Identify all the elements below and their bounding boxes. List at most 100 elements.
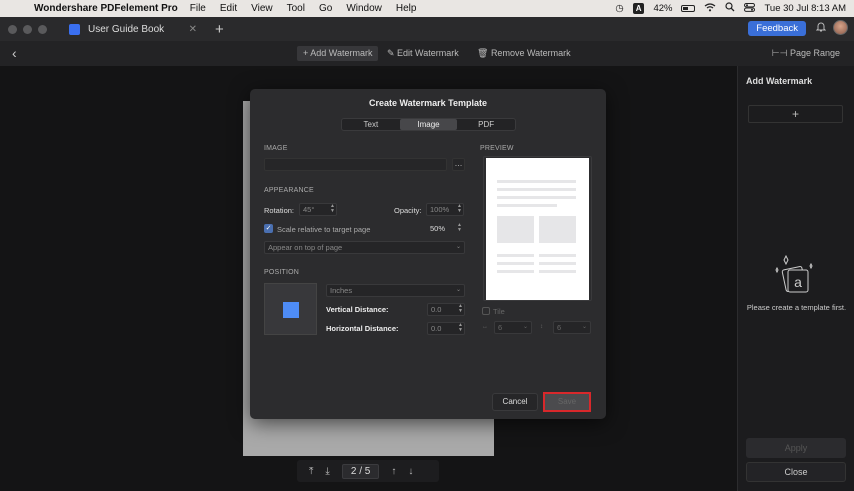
menu-help[interactable]: Help: [396, 3, 417, 14]
tile-y-select[interactable]: 6 ⌄: [553, 321, 591, 334]
app-menu[interactable]: Wondershare PDFelement Pro: [34, 3, 178, 14]
save-button[interactable]: Save: [543, 392, 591, 412]
minimize-window-button[interactable]: [23, 24, 32, 34]
tile-y-icon: ↕: [540, 324, 543, 330]
tab-pdf[interactable]: PDF: [457, 119, 515, 130]
position-selected-cell[interactable]: [283, 302, 299, 318]
menu-go[interactable]: Go: [319, 3, 332, 14]
current-page: 2: [350, 465, 357, 477]
menu-view[interactable]: View: [251, 3, 273, 14]
tile-x-select[interactable]: 6 ⌄: [494, 321, 532, 334]
image-path-input[interactable]: [264, 158, 447, 171]
wifi-icon[interactable]: [704, 2, 716, 15]
empty-state-text: Please create a template first.: [746, 303, 847, 312]
dialog-title: Create Watermark Template: [368, 98, 488, 108]
menu-file[interactable]: File: [190, 3, 206, 14]
chevron-down-icon: ⌄: [455, 287, 461, 293]
scale-value: 50%: [430, 224, 446, 233]
notification-bell-icon[interactable]: [815, 21, 827, 35]
stepper-arrows-icon[interactable]: ▲ ▼: [457, 204, 462, 214]
battery-icon[interactable]: [681, 5, 696, 12]
empty-template-icon: a: [775, 254, 813, 293]
tile-y-value: 6: [557, 323, 562, 332]
menu-bar: Wondershare PDFelement Pro File Edit Vie…: [0, 0, 854, 17]
tab-image[interactable]: Image: [399, 119, 458, 130]
remove-watermark-label: Remove Watermark: [490, 48, 571, 58]
horizontal-distance-label: Horizontal Distance:: [326, 324, 399, 333]
control-center-icon[interactable]: [744, 2, 756, 15]
remove-watermark-button[interactable]: 🗑 Remove Watermark: [471, 46, 577, 61]
document-tab-title: User Guide Book: [88, 23, 165, 35]
edit-watermark-button[interactable]: ✎ Edit Watermark: [381, 46, 465, 61]
next-page-icon[interactable]: ↓: [408, 466, 413, 477]
page-separator: /: [359, 465, 362, 477]
vertical-distance-stepper[interactable]: 0.0 ▲ ▼: [427, 303, 465, 316]
browse-image-button[interactable]: …: [452, 158, 465, 171]
opacity-stepper[interactable]: 100% ▲ ▼: [426, 203, 464, 216]
time-machine-icon[interactable]: ◷: [615, 3, 623, 14]
chevron-down-icon: ⌄: [455, 244, 461, 250]
clock-datetime[interactable]: Tue 30 Jul 8:13 AM: [764, 3, 846, 14]
tile-checkbox[interactable]: [482, 307, 490, 315]
status-area: ◷ A 42% Tue 30 Jul 8:13 AM: [615, 0, 846, 17]
close-button[interactable]: Close: [746, 462, 846, 482]
new-tab-icon[interactable]: +: [215, 21, 224, 38]
zoom-window-button[interactable]: [38, 24, 47, 34]
spotlight-search-icon[interactable]: [725, 2, 735, 15]
page-indicator[interactable]: 2 / 5: [341, 463, 380, 479]
close-tab-icon[interactable]: ✕: [189, 24, 197, 35]
trash-icon: 🗑: [477, 48, 491, 58]
side-panel-title: Add Watermark: [746, 76, 813, 86]
preview-section-label: PREVIEW: [480, 145, 514, 152]
scale-stepper[interactable]: 50% ▲ ▼: [426, 222, 464, 235]
user-avatar[interactable]: [833, 20, 848, 35]
menu-window[interactable]: Window: [346, 3, 382, 14]
menu-edit[interactable]: Edit: [220, 3, 237, 14]
menu-tool[interactable]: Tool: [287, 3, 305, 14]
edit-watermark-label: Edit Watermark: [397, 48, 459, 58]
stepper-arrows-icon[interactable]: ▲ ▼: [457, 223, 462, 233]
units-select[interactable]: Inches ⌄: [326, 284, 465, 297]
scale-checkbox[interactable]: ✓: [264, 224, 273, 233]
layer-value: Appear on top of page: [268, 243, 343, 252]
battery-percent: 42%: [653, 3, 673, 14]
cancel-button[interactable]: Cancel: [492, 393, 538, 411]
last-page-icon[interactable]: ⤓: [325, 466, 329, 477]
create-template-button[interactable]: +: [748, 105, 843, 123]
vertical-distance-label: Vertical Distance:: [326, 305, 389, 314]
source-type-segmented-control: Text Image PDF: [341, 118, 516, 131]
svg-text:a: a: [794, 274, 802, 290]
window-controls: [8, 24, 47, 34]
previous-page-icon[interactable]: ↑: [391, 466, 396, 477]
add-watermark-button[interactable]: + Add Watermark: [297, 46, 379, 61]
rotation-label: Rotation:: [264, 206, 295, 215]
first-page-icon[interactable]: ⤒: [309, 466, 313, 477]
vertical-distance-value: 0.0: [431, 305, 442, 314]
units-value: Inches: [330, 286, 353, 295]
tile-x-value: 6: [498, 323, 503, 332]
page-range-button[interactable]: ⊢⊣ Page Range: [772, 46, 840, 61]
close-window-button[interactable]: [8, 24, 17, 34]
position-grid[interactable]: [264, 283, 317, 335]
horizontal-distance-value: 0.0: [431, 324, 442, 333]
input-source-icon[interactable]: A: [632, 3, 645, 14]
page-navigator: ⤒ ⤓ 2 / 5 ↑ ↓: [297, 460, 439, 482]
rotation-stepper[interactable]: 45° ▲ ▼: [299, 203, 337, 216]
scale-label: Scale relative to target page: [277, 225, 371, 234]
back-arrow-icon[interactable]: ‹: [12, 45, 17, 61]
horizontal-distance-stepper[interactable]: 0.0 ▲ ▼: [427, 322, 465, 335]
apply-button[interactable]: Apply: [746, 438, 846, 458]
tab-bar: User Guide Book ✕ + Feedback: [0, 17, 854, 41]
image-section-label: IMAGE: [264, 145, 288, 152]
pdfelement-file-icon: [69, 23, 80, 35]
document-tab[interactable]: User Guide Book ✕: [69, 17, 199, 41]
stepper-arrows-icon[interactable]: ▲ ▼: [458, 323, 463, 333]
chevron-down-icon: ⌄: [581, 324, 587, 330]
layer-select[interactable]: Appear on top of page ⌄: [264, 241, 465, 254]
tab-text[interactable]: Text: [342, 119, 400, 130]
stepper-arrows-icon[interactable]: ▲ ▼: [458, 304, 463, 314]
feedback-button[interactable]: Feedback: [748, 21, 806, 36]
stepper-arrows-icon[interactable]: ▲ ▼: [330, 204, 335, 214]
total-pages: 5: [364, 465, 371, 477]
pencil-icon: ✎: [387, 48, 398, 58]
